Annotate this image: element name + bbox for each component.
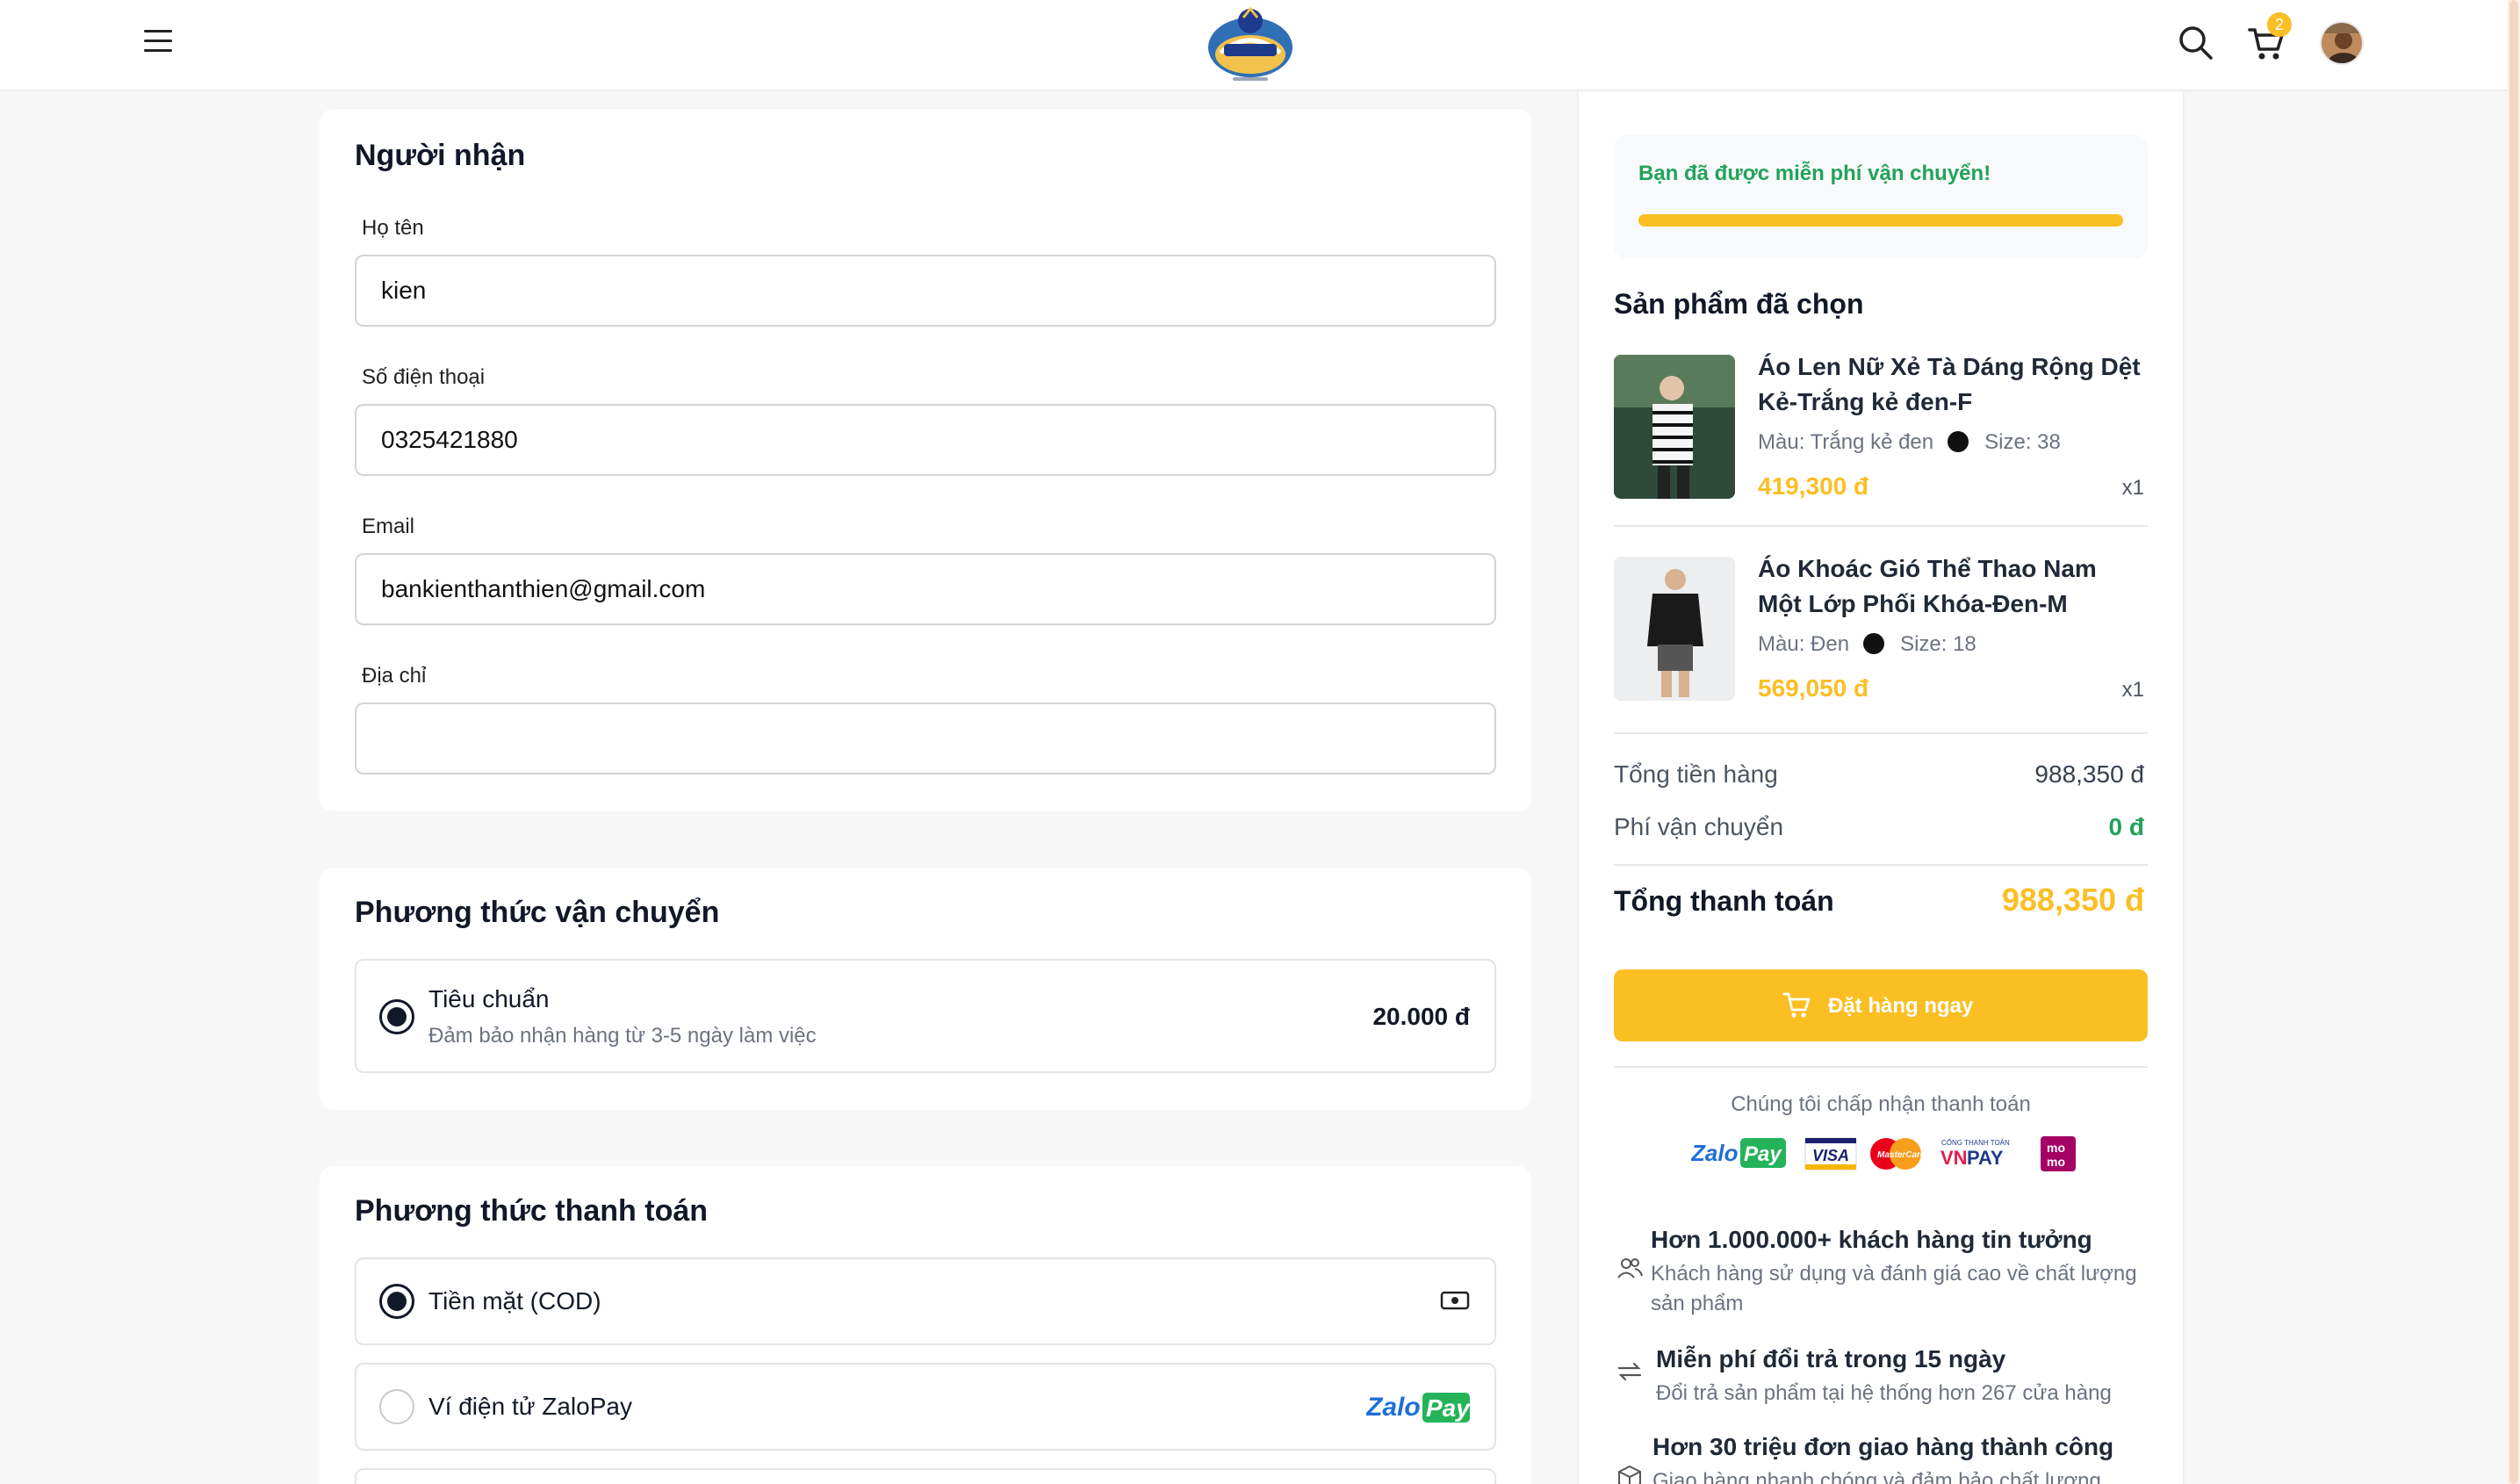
- shipping-option-standard[interactable]: Tiêu chuẩn Đảm bảo nhận hàng từ 3-5 ngày…: [355, 959, 1496, 1073]
- free-shipping-progress: [1638, 214, 2123, 227]
- subtotal-label: Tổng tiền hàng: [1614, 760, 1778, 788]
- place-order-button[interactable]: Đặt hàng ngay: [1614, 969, 2148, 1041]
- accepted-payments-text: Chúng tôi chấp nhận thanh toán: [1731, 1092, 2031, 1116]
- shipping-option-price: 20.000 đ: [1372, 1003, 1470, 1030]
- divider: [1614, 525, 2148, 527]
- product-variant: Màu: Đen Size: 18: [1758, 632, 1976, 657]
- trust-desc: Giao hàng nhanh chóng và đảm bảo chất lư…: [1652, 1469, 2101, 1484]
- product-variant: Màu: Trắng kẻ đen Size: 38: [1758, 430, 2061, 455]
- exchange-icon: [1616, 1358, 1644, 1386]
- page-scrollbar[interactable]: [2508, 0, 2520, 1484]
- trust-title: Hơn 1.000.000+ khách hàng tin tưởng: [1651, 1226, 2092, 1253]
- product-color: Màu: Đen: [1758, 632, 1850, 656]
- product-image[interactable]: [1614, 557, 1735, 701]
- name-label: Họ tên: [362, 216, 424, 240]
- shipping-option-name: Tiêu chuẩn: [428, 985, 550, 1012]
- payment-title: Phương thức thanh toán: [355, 1194, 709, 1228]
- shipping-option-desc: Đảm bảo nhận hàng từ 3-5 ngày làm việc: [428, 1024, 817, 1048]
- svg-text:Zalo: Zalo: [1691, 1140, 1739, 1166]
- scrollbar-thumb[interactable]: [2509, 0, 2518, 1484]
- free-shipping-box: Bạn đã được miễn phí vận chuyển!: [1614, 135, 2148, 258]
- shipping-fee-value: 0 đ: [2108, 813, 2144, 840]
- place-order-label: Đặt hàng ngay: [1828, 994, 1974, 1018]
- total-value: 988,350 đ: [2001, 882, 2144, 918]
- visa-logo: VISA: [1804, 1137, 1857, 1171]
- product-qty: x1: [2121, 678, 2144, 702]
- phone-label: Số điện thoại: [362, 365, 486, 389]
- user-avatar[interactable]: [2320, 21, 2364, 65]
- hamburger-menu-icon[interactable]: [144, 30, 172, 54]
- users-icon: [1616, 1254, 1644, 1282]
- shipping-fee-label: Phí vận chuyển: [1614, 813, 1784, 840]
- svg-text:MasterCard: MasterCard: [1877, 1150, 1926, 1160]
- svg-text:Zalo: Zalo: [1366, 1393, 1421, 1422]
- cart-count-badge: 2: [2267, 12, 2292, 37]
- shipping-title: Phương thức vận chuyển: [355, 896, 720, 929]
- product-qty: x1: [2121, 476, 2144, 500]
- address-label: Địa chỉ: [362, 664, 427, 688]
- color-swatch: [1863, 633, 1885, 654]
- product-price: 569,050 đ: [1758, 674, 1869, 702]
- payment-option-zalopay[interactable]: Ví điện tử ZaloPay Zalo Pay: [355, 1363, 1496, 1451]
- trust-title: Miễn phí đổi trả trong 15 ngày: [1656, 1345, 2006, 1372]
- mastercard-logo: MasterCard: [1870, 1138, 1926, 1170]
- total-label: Tổng thanh toán: [1614, 885, 1834, 917]
- vnpay-logo: CỔNG THANH TOÁN VN PAY: [1940, 1139, 2010, 1169]
- product-color: Màu: Trắng kẻ đen: [1758, 430, 1934, 454]
- payment-card: Phương thức thanh toán Tiền mặt (COD) Ví…: [320, 1166, 1531, 1484]
- divider: [1614, 864, 2148, 866]
- svg-text:mo: mo: [2047, 1155, 2065, 1169]
- svg-text:Pay: Pay: [1426, 1394, 1470, 1422]
- payment-option-label: Ví điện tử ZaloPay: [428, 1393, 632, 1420]
- product-price: 419,300 đ: [1758, 472, 1869, 500]
- svg-text:mo: mo: [2047, 1141, 2065, 1155]
- payment-option-cod[interactable]: Tiền mặt (COD): [355, 1257, 1496, 1345]
- payment-radio-zalopay[interactable]: [379, 1389, 414, 1424]
- trust-desc: Khách hàng sử dụng và đánh giá cao về ch…: [1651, 1262, 2137, 1315]
- shipping-card: Phương thức vận chuyển Tiêu chuẩn Đảm bả…: [320, 868, 1531, 1110]
- email-field[interactable]: [355, 553, 1496, 625]
- divider: [1614, 732, 2148, 734]
- zalopay-logo: Zalo Pay: [1691, 1138, 1786, 1168]
- phone-field[interactable]: [355, 404, 1496, 476]
- color-swatch: [1948, 431, 1969, 452]
- product-name[interactable]: Áo Len Nữ Xẻ Tà Dáng Rộng Dệt Kẻ-Trắng k…: [1758, 349, 2144, 420]
- order-summary: Bạn đã được miễn phí vận chuyển! Sản phẩ…: [1577, 91, 2185, 1484]
- cart-icon: [1782, 992, 1811, 1018]
- svg-text:CỔNG THANH TOÁN: CỔNG THANH TOÁN: [1941, 1139, 2010, 1147]
- svg-text:Pay: Pay: [1744, 1142, 1782, 1166]
- divider: [1614, 1066, 2148, 1068]
- svg-text:PAY: PAY: [1967, 1147, 2004, 1169]
- shipping-radio[interactable]: [379, 999, 414, 1034]
- payment-logos: Zalo Pay VISA MasterCard CỔNG THANH TOÁN…: [1691, 1136, 2076, 1171]
- selected-products-title: Sản phẩm đã chọn: [1614, 288, 1864, 320]
- recipient-title: Người nhận: [355, 139, 526, 172]
- brand-logo[interactable]: [1203, 2, 1298, 86]
- email-label: Email: [362, 515, 415, 538]
- momo-logo: mo mo: [2041, 1136, 2076, 1171]
- box-icon: [1616, 1463, 1644, 1484]
- payment-radio-cod[interactable]: [379, 1284, 414, 1319]
- product-image[interactable]: [1614, 355, 1735, 499]
- recipient-card: Người nhận Họ tên Số điện thoại Email Đị…: [320, 109, 1531, 811]
- product-size: Size: 18: [1900, 632, 1976, 656]
- cash-icon: [1440, 1289, 1470, 1316]
- trust-desc: Đổi trả sản phẩm tại hệ thống hơn 267 cử…: [1656, 1381, 2112, 1405]
- zalopay-logo: Zalo Pay: [1365, 1389, 1471, 1429]
- free-shipping-message: Bạn đã được miễn phí vận chuyển!: [1638, 162, 1991, 185]
- name-field[interactable]: [355, 255, 1496, 327]
- subtotal-value: 988,350 đ: [2034, 760, 2144, 788]
- product-name[interactable]: Áo Khoác Gió Thể Thao Nam Một Lớp Phối K…: [1758, 551, 2144, 622]
- top-header: 2: [0, 0, 2520, 91]
- svg-text:VN: VN: [1940, 1147, 1968, 1169]
- trust-title: Hơn 30 triệu đơn giao hàng thành công: [1652, 1433, 2114, 1460]
- payment-option-label: Tiền mặt (COD): [428, 1287, 601, 1315]
- svg-text:VISA: VISA: [1812, 1147, 1849, 1164]
- product-size: Size: 38: [1984, 430, 2061, 454]
- search-icon[interactable]: [2174, 21, 2218, 65]
- payment-option-more[interactable]: [355, 1468, 1496, 1484]
- address-field[interactable]: [355, 702, 1496, 774]
